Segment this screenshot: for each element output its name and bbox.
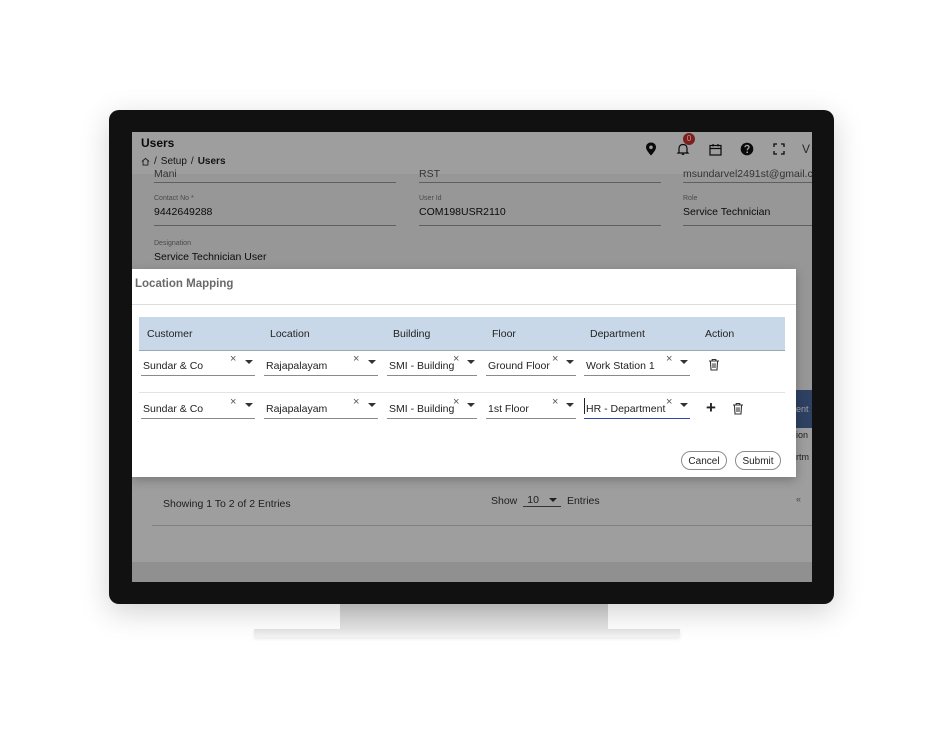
clear-icon[interactable]: × xyxy=(666,353,672,365)
col-building: Building xyxy=(393,328,431,340)
clear-icon[interactable]: × xyxy=(230,353,236,365)
trash-icon[interactable] xyxy=(708,358,720,371)
clear-icon[interactable]: × xyxy=(552,353,558,365)
location-mapping-dialog: Location Mapping Customer Location Build… xyxy=(132,269,796,477)
customer-value: Sundar & Co xyxy=(143,403,204,415)
location-select-row2[interactable]: Rajapalayam × xyxy=(264,396,378,419)
caret-down-icon[interactable] xyxy=(467,360,475,364)
building-select-row1[interactable]: SMI - Building × xyxy=(387,353,477,376)
caret-down-icon[interactable] xyxy=(566,360,574,364)
submit-button[interactable]: Submit xyxy=(735,451,781,470)
building-value: SMI - Building xyxy=(389,403,455,415)
building-select-row2[interactable]: SMI - Building × xyxy=(387,396,477,419)
cancel-button[interactable]: Cancel xyxy=(681,451,727,470)
department-value: Work Station 1 xyxy=(586,360,655,372)
trash-icon[interactable] xyxy=(732,402,744,415)
clear-icon[interactable]: × xyxy=(353,396,359,408)
floor-select-row1[interactable]: Ground Floor × xyxy=(486,353,576,376)
department-select-row2[interactable]: HR - Department × xyxy=(584,396,690,419)
row-divider xyxy=(139,392,785,393)
caret-down-icon[interactable] xyxy=(368,403,376,407)
clear-icon[interactable]: × xyxy=(230,396,236,408)
floor-value: Ground Floor xyxy=(488,360,550,372)
col-customer: Customer xyxy=(147,328,193,340)
location-value: Rajapalayam xyxy=(266,360,328,372)
text-cursor xyxy=(584,398,585,414)
customer-select-row1[interactable]: Sundar & Co × xyxy=(141,353,255,376)
clear-icon[interactable]: × xyxy=(453,396,459,408)
department-select-row1[interactable]: Work Station 1 × xyxy=(584,353,690,376)
building-value: SMI - Building xyxy=(389,360,455,372)
col-floor: Floor xyxy=(492,328,516,340)
caret-down-icon[interactable] xyxy=(680,360,688,364)
floor-select-row2[interactable]: 1st Floor × xyxy=(486,396,576,419)
caret-down-icon[interactable] xyxy=(245,360,253,364)
customer-value: Sundar & Co xyxy=(143,360,204,372)
caret-down-icon[interactable] xyxy=(245,403,253,407)
caret-down-icon[interactable] xyxy=(368,360,376,364)
clear-icon[interactable]: × xyxy=(453,353,459,365)
clear-icon[interactable]: × xyxy=(666,396,672,408)
col-location: Location xyxy=(270,328,310,340)
col-action: Action xyxy=(705,328,735,340)
plus-icon[interactable]: + xyxy=(706,399,716,416)
dialog-title: Location Mapping xyxy=(135,278,234,290)
caret-down-icon[interactable] xyxy=(566,403,574,407)
caret-down-icon[interactable] xyxy=(680,403,688,407)
location-value: Rajapalayam xyxy=(266,403,328,415)
grid-header: Customer Location Building Floor Departm… xyxy=(139,317,785,351)
department-value: HR - Department xyxy=(586,403,666,415)
monitor-stand-base xyxy=(254,629,680,637)
location-select-row1[interactable]: Rajapalayam × xyxy=(264,353,378,376)
monitor-screen: Users / Setup / Users 0 V Mani RST msund… xyxy=(132,132,812,582)
monitor-stand-neck xyxy=(340,603,608,631)
col-department: Department xyxy=(590,328,645,340)
customer-select-row2[interactable]: Sundar & Co × xyxy=(141,396,255,419)
caret-down-icon[interactable] xyxy=(467,403,475,407)
clear-icon[interactable]: × xyxy=(552,396,558,408)
dialog-divider xyxy=(132,304,796,305)
floor-value: 1st Floor xyxy=(488,403,529,415)
clear-icon[interactable]: × xyxy=(353,353,359,365)
